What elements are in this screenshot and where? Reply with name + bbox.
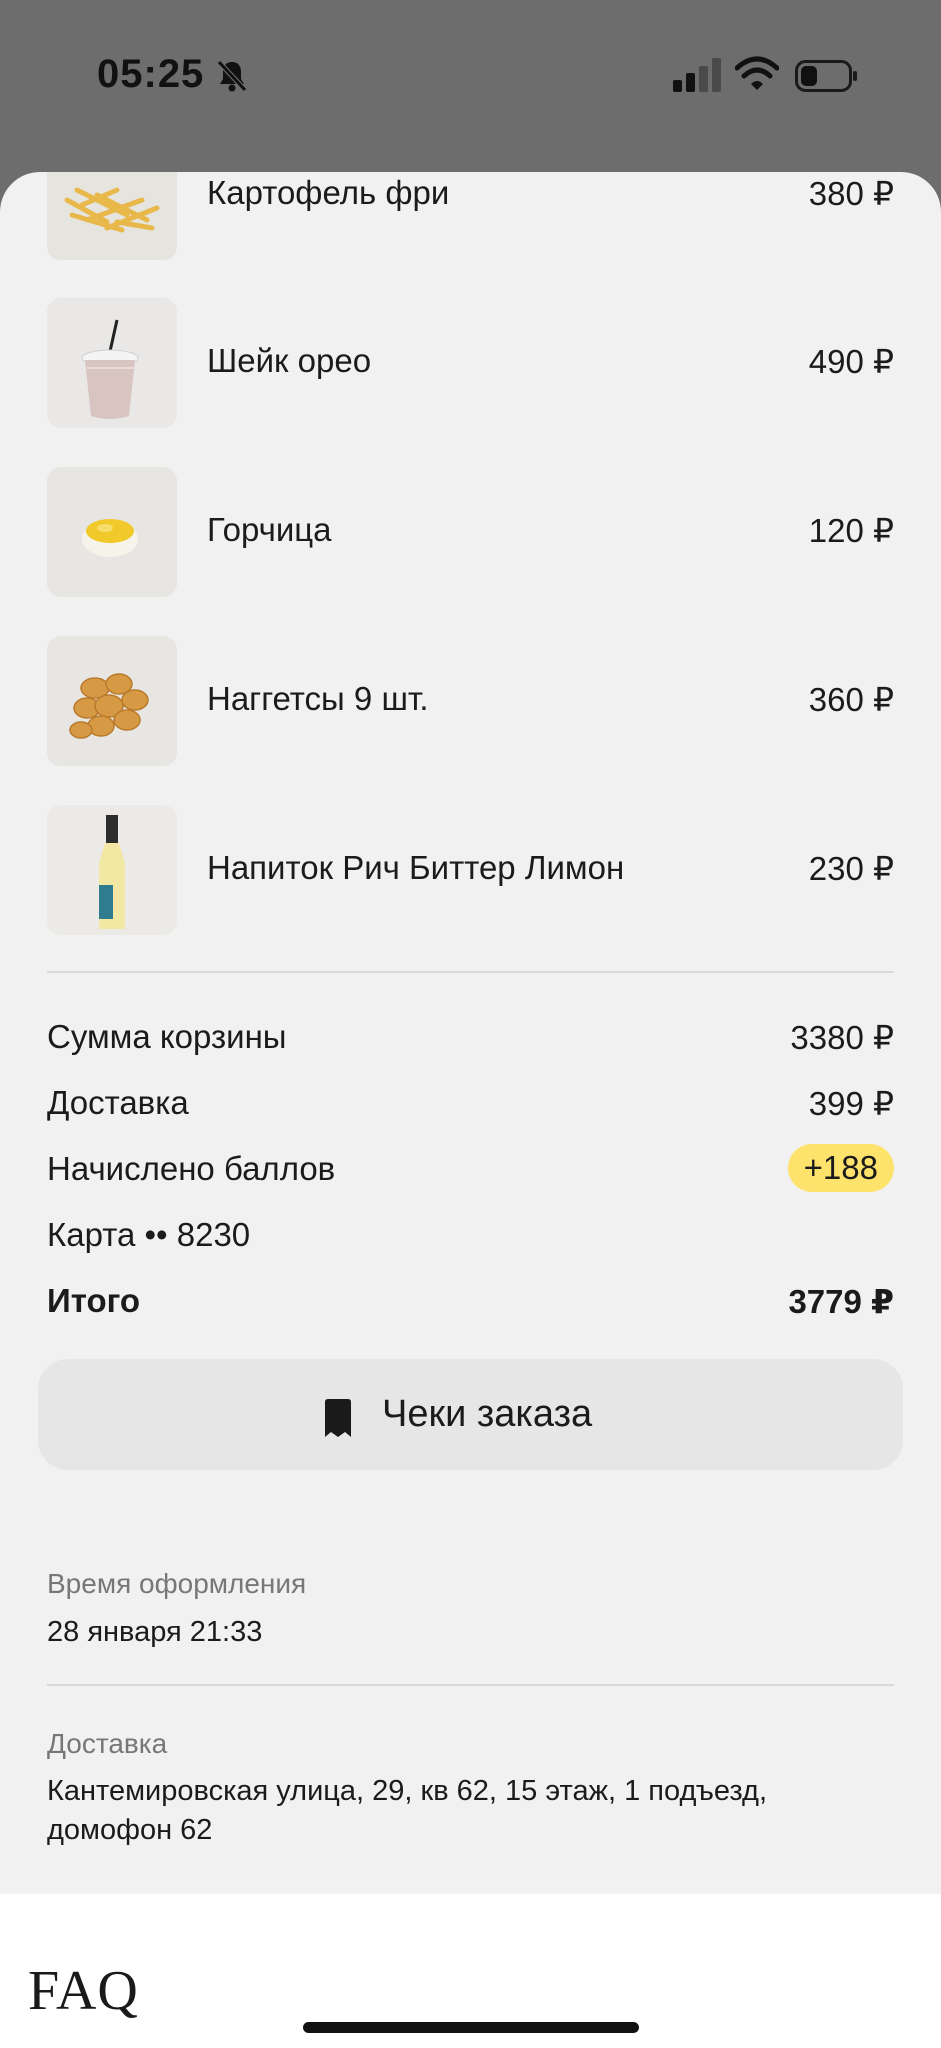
- wifi-icon: [735, 56, 779, 90]
- delivery-address-line1: Кантемировская улица, 29, кв 62, 15 этаж…: [47, 1775, 768, 1807]
- product-image-mustard: [47, 467, 177, 597]
- product-image-fries: [47, 172, 177, 260]
- item-price: 120 ₽: [808, 512, 894, 549]
- divider: [47, 1684, 894, 1686]
- cellular-signal-icon: [673, 58, 721, 92]
- order-receipts-button[interactable]: Чеки заказа: [38, 1359, 903, 1470]
- list-item[interactable]: Шейк орео 490 ₽: [47, 298, 894, 428]
- item-price: 380 ₽: [808, 175, 894, 212]
- product-image-drink: [47, 805, 177, 935]
- home-indicator[interactable]: [303, 2022, 639, 2033]
- delivery-cost-row: Доставка 399 ₽: [47, 1078, 894, 1128]
- total-label: Итого: [47, 1282, 141, 1319]
- payment-card-label: Карта •• 8230: [47, 1216, 251, 1253]
- delivery-cost-value: 399 ₽: [808, 1085, 894, 1122]
- list-item[interactable]: Наггетсы 9 шт. 360 ₽: [47, 636, 894, 766]
- item-name: Горчица: [207, 511, 332, 548]
- faq-logo[interactable]: FAQ: [28, 1959, 139, 2023]
- item-price: 230 ₽: [808, 850, 894, 887]
- basket-sum-row: Сумма корзины 3380 ₽: [47, 1012, 894, 1062]
- list-item[interactable]: Напиток Рич Биттер Лимон 230 ₽: [47, 805, 894, 935]
- order-details-sheet: Картофель фри 380 ₽ Шейк орео 490 ₽ Горч…: [0, 172, 941, 1894]
- status-time: 05:25: [97, 52, 205, 96]
- product-image-shake: [47, 298, 177, 428]
- points-badge: +188: [787, 1144, 894, 1192]
- bell-muted-icon: [217, 60, 247, 92]
- list-item[interactable]: Картофель фри 380 ₽: [47, 172, 894, 260]
- battery-icon: [795, 60, 857, 92]
- item-name: Шейк орео: [207, 342, 372, 379]
- points-row: Начислено баллов +188: [47, 1144, 894, 1194]
- list-item[interactable]: Горчица 120 ₽: [47, 467, 894, 597]
- payment-card-row: Карта •• 8230: [47, 1210, 894, 1260]
- item-name: Картофель фри: [207, 174, 450, 211]
- item-name: Наггетсы 9 шт.: [207, 680, 429, 717]
- receipt-icon: [325, 1399, 351, 1437]
- delivery-cost-label: Доставка: [47, 1084, 189, 1121]
- divider: [47, 971, 894, 973]
- item-price: 360 ₽: [808, 681, 894, 718]
- delivery-address-line2: домофон 62: [47, 1814, 213, 1846]
- bottom-bar: FAQ: [0, 1894, 941, 2048]
- delivery-address-label: Доставка: [47, 1728, 168, 1759]
- order-time-label: Время оформления: [47, 1568, 307, 1599]
- basket-sum-label: Сумма корзины: [47, 1018, 287, 1055]
- points-label: Начислено баллов: [47, 1150, 336, 1187]
- product-image-nuggets: [47, 636, 177, 766]
- item-name: Напиток Рич Биттер Лимон: [207, 849, 625, 886]
- order-receipts-label: Чеки заказа: [382, 1393, 593, 1435]
- order-time-value: 28 января 21:33: [47, 1616, 263, 1648]
- total-value: 3779 ₽: [788, 1283, 894, 1320]
- basket-sum-value: 3380 ₽: [790, 1019, 894, 1056]
- status-bar: 05:25: [0, 0, 941, 160]
- total-row: Итого 3779 ₽: [47, 1276, 894, 1326]
- item-price: 490 ₽: [808, 343, 894, 380]
